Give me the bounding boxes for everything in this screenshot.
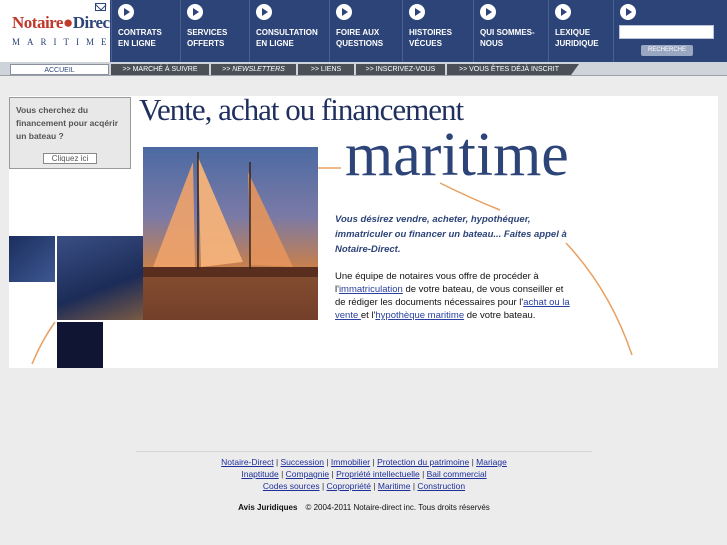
body-text: Une équipe de notaires vous offre de pro… xyxy=(335,270,575,322)
sailboat-image xyxy=(143,147,318,320)
footer-link[interactable]: Copropriété xyxy=(327,481,371,491)
footer-link[interactable]: Bail commercial xyxy=(427,469,487,479)
click-here-button[interactable]: Cliquez ici xyxy=(43,153,97,164)
body-segment: et l' xyxy=(360,310,376,321)
footer-link[interactable]: Codes sources xyxy=(263,481,320,491)
footer-links: Notaire-Direct | Succession | Immobilier… xyxy=(221,457,507,491)
decorative-tile xyxy=(9,236,55,282)
legal-notice-link[interactable]: Avis Juridiques xyxy=(238,503,297,512)
footer-link[interactable]: Propriété intellectuelle xyxy=(336,469,420,479)
footer-link[interactable]: Inaptitude xyxy=(241,469,278,479)
footer-link[interactable]: Maritime xyxy=(378,481,411,491)
footer-link[interactable]: Notaire-Direct xyxy=(221,457,273,467)
footer-link[interactable]: Protection du patrimoine xyxy=(377,457,469,467)
body-segment: de votre bateau. xyxy=(464,310,536,321)
copyright-text: © 2004-2011 Notaire-direct inc. Tous dro… xyxy=(305,503,490,512)
footer-link[interactable]: Immobilier xyxy=(331,457,370,467)
link-immatriculation[interactable]: immatriculation xyxy=(339,284,403,295)
footer-link[interactable]: Mariage xyxy=(476,457,507,467)
promo-question: Vous cherchez du financement pour acqéri… xyxy=(16,105,119,141)
sailboat-illustration xyxy=(143,152,318,320)
footer-link[interactable]: Construction xyxy=(417,481,465,491)
page-title-maritime: maritime xyxy=(345,121,569,189)
decorative-tile xyxy=(57,322,103,368)
link-hypotheque-maritime[interactable]: hypothèque maritime xyxy=(375,310,464,321)
decorative-tile xyxy=(57,236,143,320)
footer-divider xyxy=(136,451,592,452)
financing-promo-box: Vous cherchez du financement pour acqéri… xyxy=(9,97,131,169)
copyright: Avis Juridiques © 2004-2011 Notaire-direc… xyxy=(160,503,568,512)
footer-link[interactable]: Succession xyxy=(281,457,324,467)
intro-text: Vous désirez vendre, acheter, hypothéque… xyxy=(335,214,567,255)
footer-link[interactable]: Compagnie xyxy=(286,469,329,479)
